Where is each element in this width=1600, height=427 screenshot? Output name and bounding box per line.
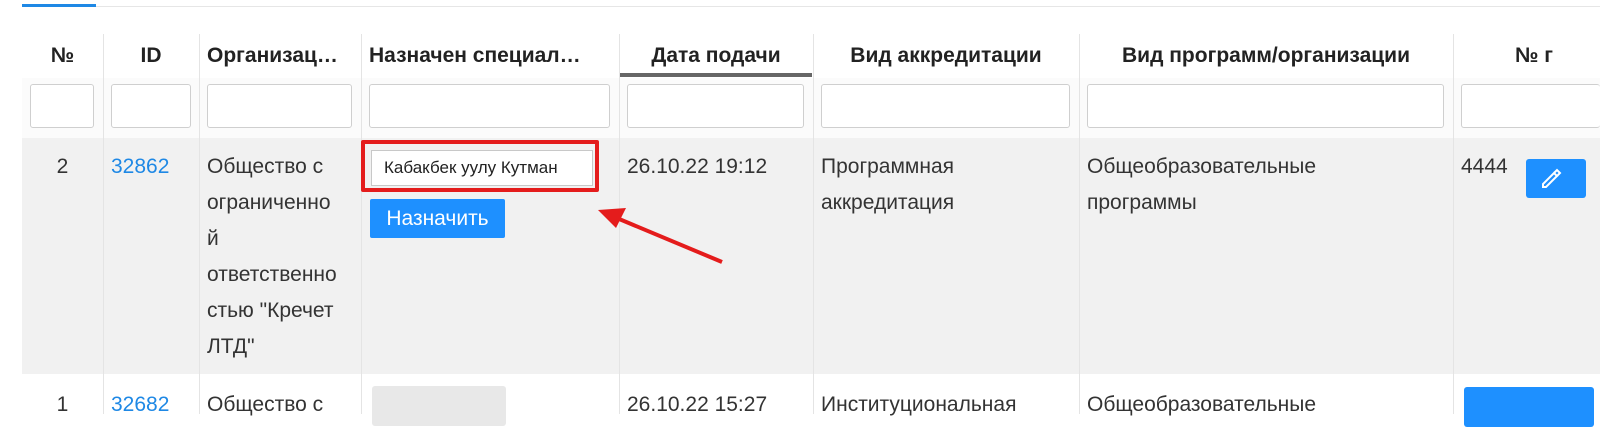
column-header-organization[interactable]: Организац… xyxy=(199,34,361,78)
cell-organization: Общество с ограниченно й ответственно ст… xyxy=(207,155,337,358)
cell-number: 4444 xyxy=(1461,155,1508,178)
filter-date-input[interactable] xyxy=(627,84,804,128)
cell-num: 1 xyxy=(56,393,69,416)
row-action-button[interactable] xyxy=(1464,387,1594,427)
cell-accreditation: Программная аккредитация xyxy=(821,155,955,214)
pencil-icon xyxy=(1542,168,1562,188)
highlight-box xyxy=(361,140,599,192)
active-tab-indicator xyxy=(22,4,96,7)
tab-underline xyxy=(0,0,1600,8)
column-header-specialist[interactable]: Назначен специал… xyxy=(361,34,619,78)
sort-indicator xyxy=(620,73,812,77)
cell-date: 26.10.22 19:12 xyxy=(627,155,768,178)
column-header-accreditation-type[interactable]: Вид аккредитации xyxy=(813,34,1079,78)
column-header-number[interactable]: № г xyxy=(1453,34,1600,78)
filter-organization-input[interactable] xyxy=(207,84,352,128)
cell-accreditation: Институциональная xyxy=(821,393,1017,416)
filter-id-input[interactable] xyxy=(111,84,191,128)
column-header-id[interactable]: ID xyxy=(103,34,199,78)
edit-button[interactable] xyxy=(1526,159,1586,198)
filter-accreditation-input[interactable] xyxy=(821,84,1070,128)
specialist-select-disabled[interactable] xyxy=(372,386,506,426)
column-header-program-type[interactable]: Вид программ/организации xyxy=(1079,34,1453,78)
cell-id-link[interactable]: 32682 xyxy=(111,387,169,423)
cell-num: 2 xyxy=(56,155,69,178)
filter-specialist-input[interactable] xyxy=(369,84,610,128)
tab-divider xyxy=(22,6,1600,7)
assign-button[interactable]: Назначить xyxy=(370,199,505,238)
cell-program: Общеобразовательные xyxy=(1087,393,1317,416)
column-header-date[interactable]: Дата подачи xyxy=(619,34,813,78)
cell-id-link[interactable]: 32862 xyxy=(111,149,169,185)
filter-number-input[interactable] xyxy=(1461,84,1600,128)
cell-organization: Общество с xyxy=(207,393,324,416)
filter-program-input[interactable] xyxy=(1087,84,1444,128)
filter-num-input[interactable] xyxy=(30,84,94,128)
column-header-num[interactable]: № xyxy=(22,34,103,78)
cell-program: Общеобразовательные программы xyxy=(1087,155,1317,214)
cell-date: 26.10.22 15:27 xyxy=(627,393,768,416)
